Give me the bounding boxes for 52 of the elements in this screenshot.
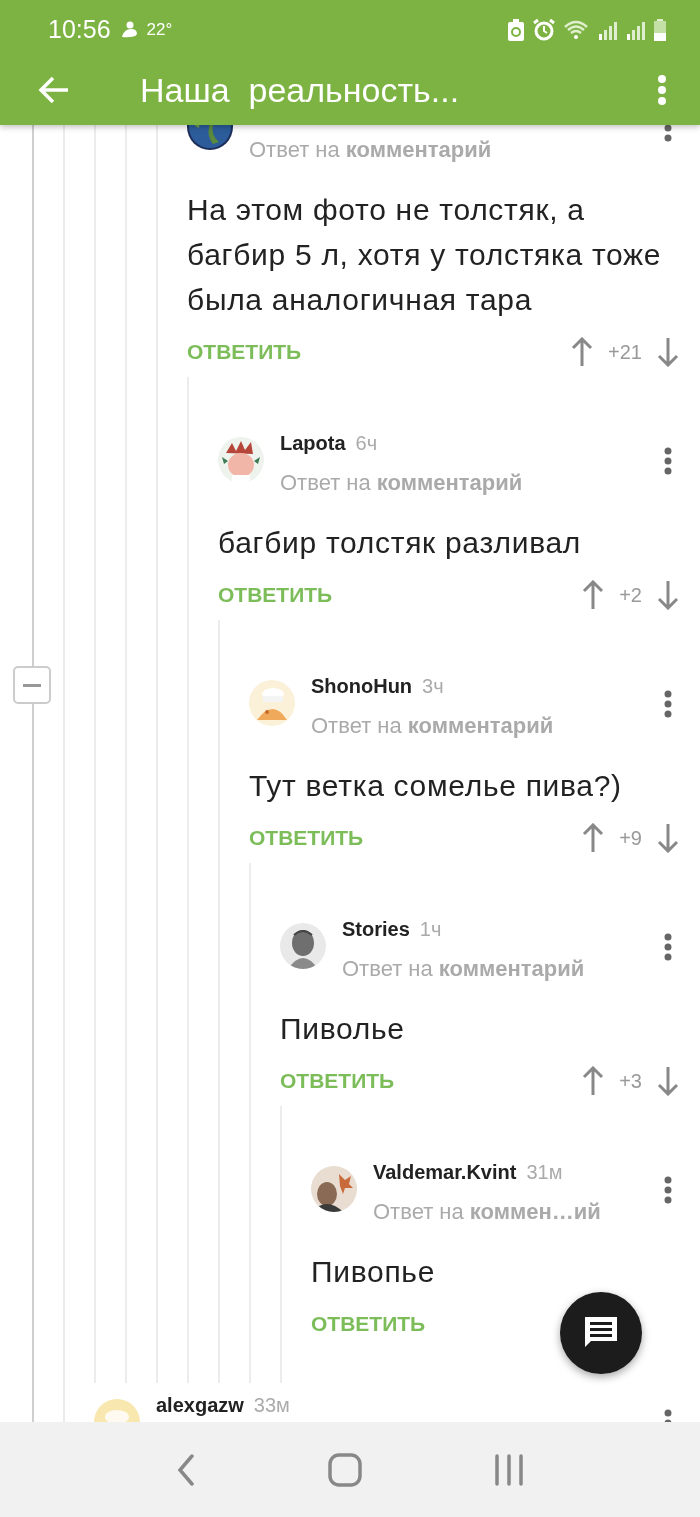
clock: 10:56 [48, 15, 111, 44]
score: +21 [608, 340, 642, 364]
downvote-icon[interactable] [656, 580, 680, 610]
downvote-icon[interactable] [656, 337, 680, 367]
wifi-icon [564, 19, 590, 40]
page-title: Наша реальность... [140, 70, 461, 110]
comment-text: Пивопье [311, 1254, 437, 1290]
more-icon[interactable] [664, 690, 672, 718]
timestamp: 6ч [355, 431, 378, 455]
downvote-icon[interactable] [656, 823, 680, 853]
comment-text: Тут ветка сомелье пива?) [249, 768, 623, 804]
more-icon[interactable] [664, 1176, 672, 1204]
username[interactable]: alexgazw [156, 1393, 244, 1417]
timestamp: 31м [526, 1160, 563, 1184]
upvote-icon[interactable] [570, 337, 595, 367]
timestamp: 3ч [422, 674, 444, 698]
back-icon[interactable] [176, 1453, 196, 1486]
comment-text: Пиволье [280, 1011, 406, 1047]
score: +3 [619, 1069, 642, 1093]
upvote-icon[interactable] [581, 580, 606, 610]
score: +9 [619, 826, 642, 850]
comment-text: На этом фото не толстяк, а багбир 5 л, хотя у толстяка тоже была аналогичная тара [187, 192, 663, 318]
signal-icon [626, 19, 646, 40]
upvote-icon[interactable] [581, 823, 606, 853]
timestamp: 1ч [419, 917, 442, 941]
username[interactable]: Lapota [280, 431, 346, 455]
username[interactable]: Stories [342, 917, 410, 941]
upvote-icon[interactable] [581, 1066, 606, 1096]
battery-icon [654, 18, 666, 41]
signal-icon [598, 19, 618, 40]
reply-to-text: Ответ на комментарий [280, 469, 524, 497]
comment-button[interactable] [560, 1292, 642, 1374]
reply-to-text: Ответ на комментарий [249, 136, 493, 164]
more-icon[interactable] [664, 933, 672, 961]
recent-apps-icon[interactable] [494, 1453, 524, 1486]
timestamp: 33м [253, 1393, 290, 1417]
alarm-icon [532, 17, 556, 42]
collapse-button[interactable] [13, 666, 51, 704]
score: +2 [619, 583, 642, 607]
back-arrow-icon[interactable] [38, 76, 70, 104]
menu-icon[interactable] [658, 75, 666, 105]
username[interactable]: Valdemar.Kvint [373, 1160, 517, 1184]
reply-to-text: Ответ на комментарий [342, 955, 586, 983]
reply-to-text: Ответ на комментарий [311, 712, 555, 740]
reply-to-text: Ответ на коммен…ий [373, 1198, 602, 1226]
battery-saver-icon [508, 18, 524, 41]
downvote-icon[interactable] [656, 1066, 680, 1096]
home-icon[interactable] [328, 1452, 362, 1487]
temperature: 22° [146, 19, 173, 40]
username[interactable]: ShonoHun [311, 674, 413, 698]
comment-text: багбир толстяк разливал [218, 525, 583, 561]
more-icon[interactable] [664, 447, 672, 475]
